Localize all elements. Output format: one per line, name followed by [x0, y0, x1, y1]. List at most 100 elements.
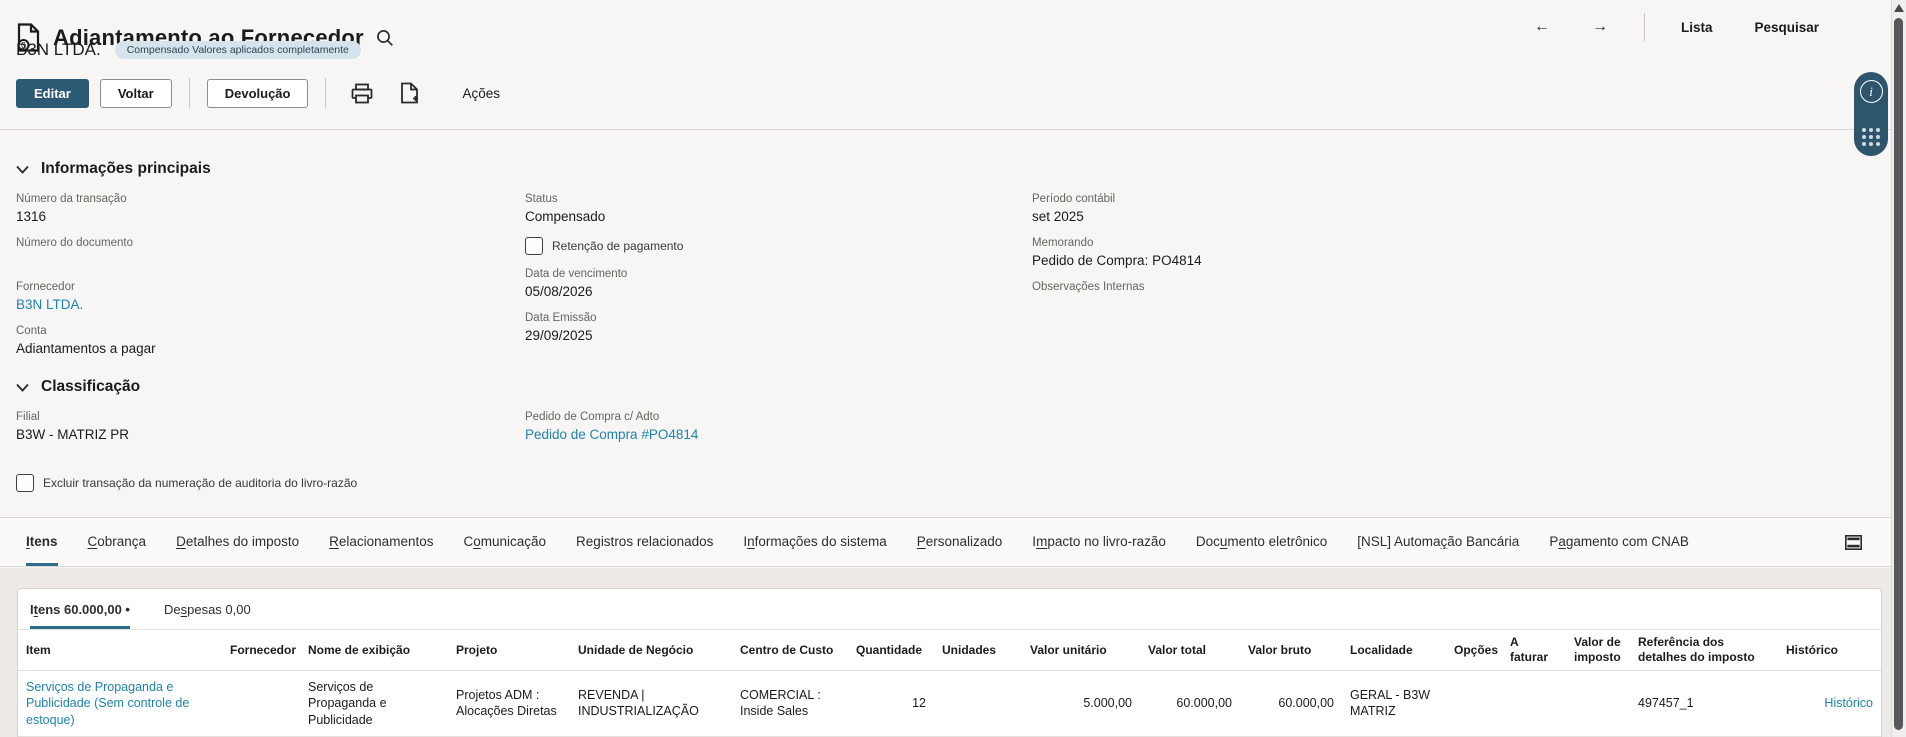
- field-label: Observações Internas: [1032, 281, 1876, 293]
- tab-registros-relacionados[interactable]: Registros relacionados: [576, 518, 713, 566]
- field-label: Memorando: [1032, 237, 1876, 249]
- field-conta: Conta Adiantamentos a pagar: [16, 325, 525, 358]
- field-value: [16, 253, 525, 270]
- pedido-compra-link[interactable]: Pedido de Compra #PO4814: [525, 427, 698, 442]
- print-icon[interactable]: [351, 83, 373, 104]
- cell-projeto: Projetos ADM : Alocações Diretas: [448, 671, 570, 737]
- checkbox-label: Retenção de pagamento: [552, 239, 683, 253]
- toolbar-divider: [189, 78, 190, 108]
- cell-valor-bruto: 60.000,00: [1240, 671, 1342, 737]
- acoes-button[interactable]: Ações: [456, 82, 506, 105]
- section-header-main[interactable]: Informações principais: [16, 160, 1876, 178]
- field-label: Número do documento: [16, 237, 525, 249]
- field-value: 29/09/2025: [525, 328, 1032, 345]
- field-excluir-auditoria: Excluir transação da numeração de audito…: [16, 474, 357, 492]
- main-info-col2: Status Compensado Retenção de pagamento …: [525, 193, 1032, 356]
- field-fornecedor: Fornecedor B3N LTDA.: [16, 281, 525, 314]
- subtab-despesas[interactable]: Despesas 0,00: [164, 602, 251, 629]
- section-header-classificacao[interactable]: Classificação: [16, 378, 1876, 396]
- tab-detalhes-imposto[interactable]: Detalhes do imposto: [176, 518, 299, 566]
- field-label: Pedido de Compra c/ Adto: [525, 411, 1032, 423]
- field-label: Fornecedor: [16, 281, 525, 293]
- field-value: 05/08/2026: [525, 284, 1032, 301]
- app-grid-icon[interactable]: [1862, 128, 1880, 146]
- field-label: Filial: [16, 411, 525, 423]
- retencao-checkbox[interactable]: [525, 237, 543, 255]
- tab-comunicacao[interactable]: Comunicação: [463, 518, 546, 566]
- page-scrollbar[interactable]: [1891, 0, 1906, 737]
- cell-valor-imposto: [1566, 671, 1630, 737]
- scrollbar-thumb[interactable]: [1894, 18, 1903, 730]
- items-table: Item Fornecedor Nome de exibição Projeto…: [18, 629, 1881, 737]
- tab-personalizado[interactable]: Personalizado: [917, 518, 1003, 566]
- scroll-up-arrow[interactable]: [1894, 4, 1904, 12]
- chevron-down-icon: [16, 383, 29, 392]
- toolbar-divider: [325, 78, 326, 108]
- tab-nsl-automacao-bancaria[interactable]: [NSL] Automação Bancária: [1357, 518, 1519, 566]
- tab-impacto-livro-razao[interactable]: Impacto no livro-razão: [1032, 518, 1166, 566]
- subheader: B3N LTDA. Compensado Valores aplicados c…: [16, 40, 361, 60]
- page: 0 Adiantamento ao Fornecedor B3N LTDA. C…: [0, 0, 1906, 737]
- cell-centro-custo: COMERCIAL : Inside Sales: [732, 671, 848, 737]
- section-classificacao: Classificação Filial B3W - MATRIZ PR Ped…: [16, 378, 1876, 455]
- devolucao-button[interactable]: Devolução: [207, 79, 309, 108]
- col-header-a-faturar: A faturar: [1502, 630, 1566, 671]
- col-header-nome-exibicao: Nome de exibição: [300, 630, 448, 671]
- lista-link[interactable]: Lista: [1675, 19, 1719, 36]
- field-label: Data Emissão: [525, 312, 1032, 324]
- voltar-button[interactable]: Voltar: [100, 79, 172, 108]
- cell-a-faturar: [1502, 671, 1566, 737]
- tab-itens[interactable]: Itens: [26, 518, 58, 566]
- field-status: Status Compensado: [525, 193, 1032, 226]
- col-header-fornecedor: Fornecedor: [222, 630, 300, 671]
- editar-button[interactable]: Editar: [16, 79, 89, 108]
- field-data-vencimento: Data de vencimento 05/08/2026: [525, 268, 1032, 301]
- main-info-col3: Período contábil set 2025 Memorando Pedi…: [1032, 193, 1876, 325]
- subtab-itens[interactable]: Itens 60.000,00 •: [30, 602, 130, 629]
- new-document-icon[interactable]: [400, 82, 419, 104]
- next-record-button[interactable]: →: [1586, 17, 1614, 37]
- field-numero-transacao: Número da transação 1316: [16, 193, 525, 226]
- tab-informacoes-sistema[interactable]: Informações do sistema: [743, 518, 886, 566]
- field-label: Data de vencimento: [525, 268, 1032, 280]
- record-nav: ← → Lista Pesquisar: [1528, 13, 1825, 41]
- chevron-down-icon: [16, 165, 29, 174]
- classificacao-grid: Filial B3W - MATRIZ PR Pedido de Compra …: [16, 411, 1876, 455]
- field-value: B3W - MATRIZ PR: [16, 427, 525, 444]
- field-value: 1316: [16, 209, 525, 226]
- col-header-valor-unitario: Valor unitário: [1022, 630, 1140, 671]
- pesquisar-link[interactable]: Pesquisar: [1749, 19, 1826, 36]
- tab-pagamento-cnab[interactable]: Pagamento com CNAB: [1549, 518, 1689, 566]
- tab-documento-eletronico[interactable]: Documento eletrônico: [1196, 518, 1327, 566]
- field-value: Pedido de Compra: PO4814: [1032, 253, 1876, 270]
- col-header-ref-detalhes-imposto: Referência dos detalhes do imposto: [1630, 630, 1778, 671]
- field-observacoes-internas: Observações Internas: [1032, 281, 1876, 314]
- toolbar: Editar Voltar Devolução Ações: [16, 78, 506, 108]
- cell-fornecedor: [222, 671, 300, 737]
- field-numero-documento: Número do documento: [16, 237, 525, 270]
- col-header-item: Item: [18, 630, 222, 671]
- field-memorando: Memorando Pedido de Compra: PO4814: [1032, 237, 1876, 270]
- items-panel: Itens 60.000,00 • Despesas 0,00 Item For…: [17, 588, 1882, 737]
- field-value: set 2025: [1032, 209, 1876, 226]
- historico-link[interactable]: Histórico: [1824, 696, 1873, 710]
- search-icon[interactable]: [376, 29, 394, 47]
- entity-name: B3N LTDA.: [16, 40, 101, 60]
- field-retencao-pagamento: Retenção de pagamento: [525, 237, 1032, 255]
- tab-cobranca[interactable]: Cobrança: [88, 518, 147, 566]
- info-icon[interactable]: i: [1860, 80, 1883, 103]
- item-link[interactable]: Serviços de Propaganda e Publicidade (Se…: [26, 680, 189, 727]
- tab-content-area: Itens 60.000,00 • Despesas 0,00 Item For…: [0, 568, 1892, 737]
- table-view-icon[interactable]: [1845, 535, 1862, 550]
- tab-relacionamentos[interactable]: Relacionamentos: [329, 518, 433, 566]
- help-widget: i: [1854, 72, 1888, 156]
- fornecedor-link[interactable]: B3N LTDA.: [16, 297, 83, 312]
- field-filial: Filial B3W - MATRIZ PR: [16, 411, 525, 444]
- col-header-opcoes: Opções: [1446, 630, 1502, 671]
- field-value: [1032, 297, 1876, 314]
- prev-record-button[interactable]: ←: [1528, 17, 1556, 37]
- cell-nome-exibicao: Serviços de Propaganda e Publicidade: [300, 671, 448, 737]
- field-periodo-contabil: Período contábil set 2025: [1032, 193, 1876, 226]
- excluir-auditoria-checkbox[interactable]: [16, 474, 34, 492]
- cell-unidade-negocio: REVENDA | INDUSTRIALIZAÇÃO: [570, 671, 732, 737]
